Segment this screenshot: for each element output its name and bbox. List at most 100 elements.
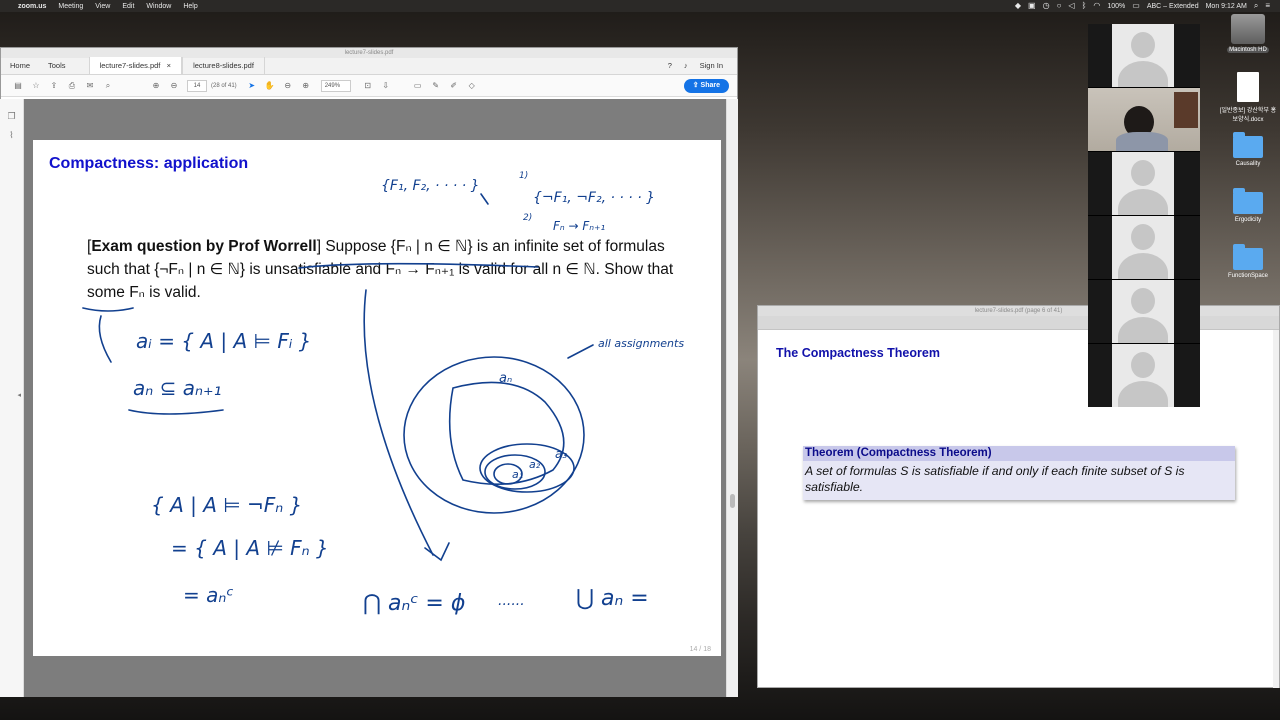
menu-app-name[interactable]: zoom.us	[18, 3, 46, 10]
desktop-icon-docx[interactable]: [일반종보] 강산학부 홍보양식.docx	[1218, 72, 1278, 123]
tab-bar: Home Tools lecture7-slides.pdf × lecture…	[1, 57, 737, 75]
menu-help[interactable]: Help	[183, 3, 197, 10]
desktop-icon-functionspace[interactable]: FunctionSpace	[1218, 244, 1278, 279]
collapse-panel-icon[interactable]: ◂	[0, 391, 23, 399]
tag-icon[interactable]: ◇	[463, 81, 481, 90]
help-icon[interactable]: ?	[668, 61, 672, 70]
menubar-clock[interactable]: Mon 9:12 AM	[1206, 3, 1247, 10]
menu-bar: zoom.us Meeting View Edit Window Help ◆ …	[0, 0, 1280, 12]
avatar-body	[1118, 189, 1168, 215]
comment-icon[interactable]: ▭	[409, 81, 427, 90]
circle-all	[403, 356, 585, 514]
scroll-thumb[interactable]	[730, 494, 735, 508]
fit-page-icon[interactable]: ⊡	[359, 81, 377, 90]
avatar-body	[1118, 317, 1168, 343]
page-number-input[interactable]: 14	[187, 79, 207, 92]
second-window-scrollbar[interactable]	[1273, 330, 1279, 688]
doc-tab-lecture8[interactable]: lecture8-slides.pdf	[182, 57, 265, 74]
participant-tile[interactable]	[1088, 152, 1200, 215]
long-arrow	[363, 289, 434, 556]
document-icon	[1237, 72, 1259, 102]
desktop-icon-hd[interactable]: Macintosh HD	[1218, 14, 1278, 53]
doc-tab-label: lecture8-slides.pdf	[193, 61, 254, 70]
attachments-icon[interactable]: ⌇	[0, 130, 23, 141]
participant-tile[interactable]	[1088, 24, 1200, 87]
vertical-scrollbar[interactable]	[726, 99, 738, 697]
theorem-title: Theorem (Compactness Theorem)	[803, 446, 1235, 461]
desktop-icon-causality[interactable]: Causality	[1218, 132, 1278, 167]
hw-a1-label: a₁	[512, 468, 523, 481]
menu-edit[interactable]: Edit	[122, 3, 134, 10]
hw-set-notfn: = { A | A ⊭ Fₙ }	[171, 536, 329, 560]
zoom-select[interactable]: 249%	[320, 79, 351, 92]
menu-window[interactable]: Window	[146, 3, 171, 10]
select-cursor-icon[interactable]: ➤	[243, 81, 261, 90]
desktop-icon-ergodicity[interactable]: Ergodicity	[1218, 188, 1278, 223]
avatar-head	[1131, 32, 1155, 58]
menu-meeting[interactable]: Meeting	[58, 3, 83, 10]
blob-an	[448, 381, 565, 485]
acrobat-toolbar: ▤ ☆ ⇪ ⎙ ✉ ⌕ ⊕ ⊖ 14 (28 of 41) ➤ ✋ ⊖ ⊕ 24…	[1, 75, 737, 97]
wifi-icon[interactable]: ◠	[1093, 2, 1100, 10]
save-icon[interactable]: ▤	[9, 81, 27, 90]
left-rail: ❐ ⌇ ◂	[0, 99, 24, 697]
search-icon[interactable]: ⌕	[99, 81, 117, 91]
desktop-icon-label: FunctionSpace	[1227, 273, 1269, 279]
sign-in-link[interactable]: Sign In	[700, 61, 723, 70]
desktop-icon-label: [일반종보] 강산학부 홍보양식.docx	[1219, 108, 1277, 123]
bluetooth-icon[interactable]: ᛒ	[1082, 2, 1087, 10]
bookmark-star-icon[interactable]: ☆	[27, 81, 45, 90]
participant-tile[interactable]	[1088, 280, 1200, 343]
avatar-body	[1118, 253, 1168, 279]
input-source[interactable]: ABC – Extended	[1147, 3, 1199, 10]
spotlight-icon[interactable]: ⌕	[1254, 2, 1258, 10]
tab-close-button[interactable]: ×	[167, 61, 171, 70]
battery-percent: 100%	[1107, 2, 1126, 10]
share-button[interactable]: ⇪ Share	[683, 78, 729, 93]
dropbox-icon[interactable]: ◆	[1015, 2, 1021, 10]
slide-page-number: 14 / 18	[689, 646, 711, 653]
clock-icon[interactable]: ○	[1057, 2, 1062, 10]
hw-dots: ......	[498, 593, 525, 609]
hand-tool-icon[interactable]: ✋	[261, 81, 279, 90]
scroll-mode-icon[interactable]: ⇩	[377, 81, 395, 90]
theorem-box: Theorem (Compactness Theorem) A set of f…	[803, 446, 1235, 500]
participant-tile-video[interactable]	[1088, 88, 1200, 151]
hw-two: 2)	[523, 213, 532, 223]
avatar-body	[1118, 61, 1168, 87]
volume-icon[interactable]: ◁	[1068, 2, 1074, 10]
second-pdf-window: lecture7-slides.pdf (page 6 of 41) The C…	[757, 305, 1280, 688]
participant-tile[interactable]	[1088, 344, 1200, 407]
avatar-body	[1118, 381, 1168, 407]
upload-icon[interactable]: ⇪	[45, 81, 63, 90]
tools-tab[interactable]: Tools	[39, 57, 75, 74]
highlight-icon[interactable]: ✐	[445, 81, 463, 90]
home-tab[interactable]: Home	[1, 57, 39, 74]
notification-center-icon[interactable]: ≡	[1265, 2, 1270, 10]
hw-implication: Fₙ → Fₙ₊₁	[553, 219, 605, 233]
notifications-icon[interactable]: ♪	[684, 61, 688, 70]
zoom-out-icon[interactable]: ⊖	[279, 81, 297, 90]
print-icon[interactable]: ⎙	[63, 81, 81, 91]
hw-an-label: aₙ	[499, 371, 512, 386]
underline-an	[128, 409, 224, 415]
zoom-participant-gallery	[1088, 24, 1200, 407]
battery-icon[interactable]: ▭	[1132, 2, 1140, 10]
hw-intersection: ⋂ aₙᶜ = ϕ	[363, 591, 465, 616]
participant-shirt	[1116, 132, 1168, 151]
pen-icon[interactable]: ✎	[427, 81, 445, 90]
menu-view[interactable]: View	[95, 3, 110, 10]
next-page-icon[interactable]: ⊖	[165, 81, 183, 90]
prev-page-icon[interactable]: ⊕	[147, 81, 165, 90]
pages-panel-icon[interactable]: ❐	[0, 111, 23, 122]
zoom-in-icon[interactable]: ⊕	[297, 81, 315, 90]
time-machine-icon[interactable]: ◷	[1043, 2, 1050, 10]
screen-share-icon[interactable]: ▣	[1028, 2, 1036, 10]
participant-tile[interactable]	[1088, 216, 1200, 279]
second-window-title: lecture7-slides.pdf (page 6 of 41)	[758, 306, 1279, 316]
email-icon[interactable]: ✉	[81, 81, 99, 90]
doc-tab-lecture7[interactable]: lecture7-slides.pdf ×	[88, 57, 183, 74]
hw-ai-def: aᵢ = { A | A ⊨ Fᵢ }	[136, 329, 312, 353]
hard-drive-icon	[1231, 14, 1265, 44]
hw-one: 1)	[519, 171, 528, 181]
